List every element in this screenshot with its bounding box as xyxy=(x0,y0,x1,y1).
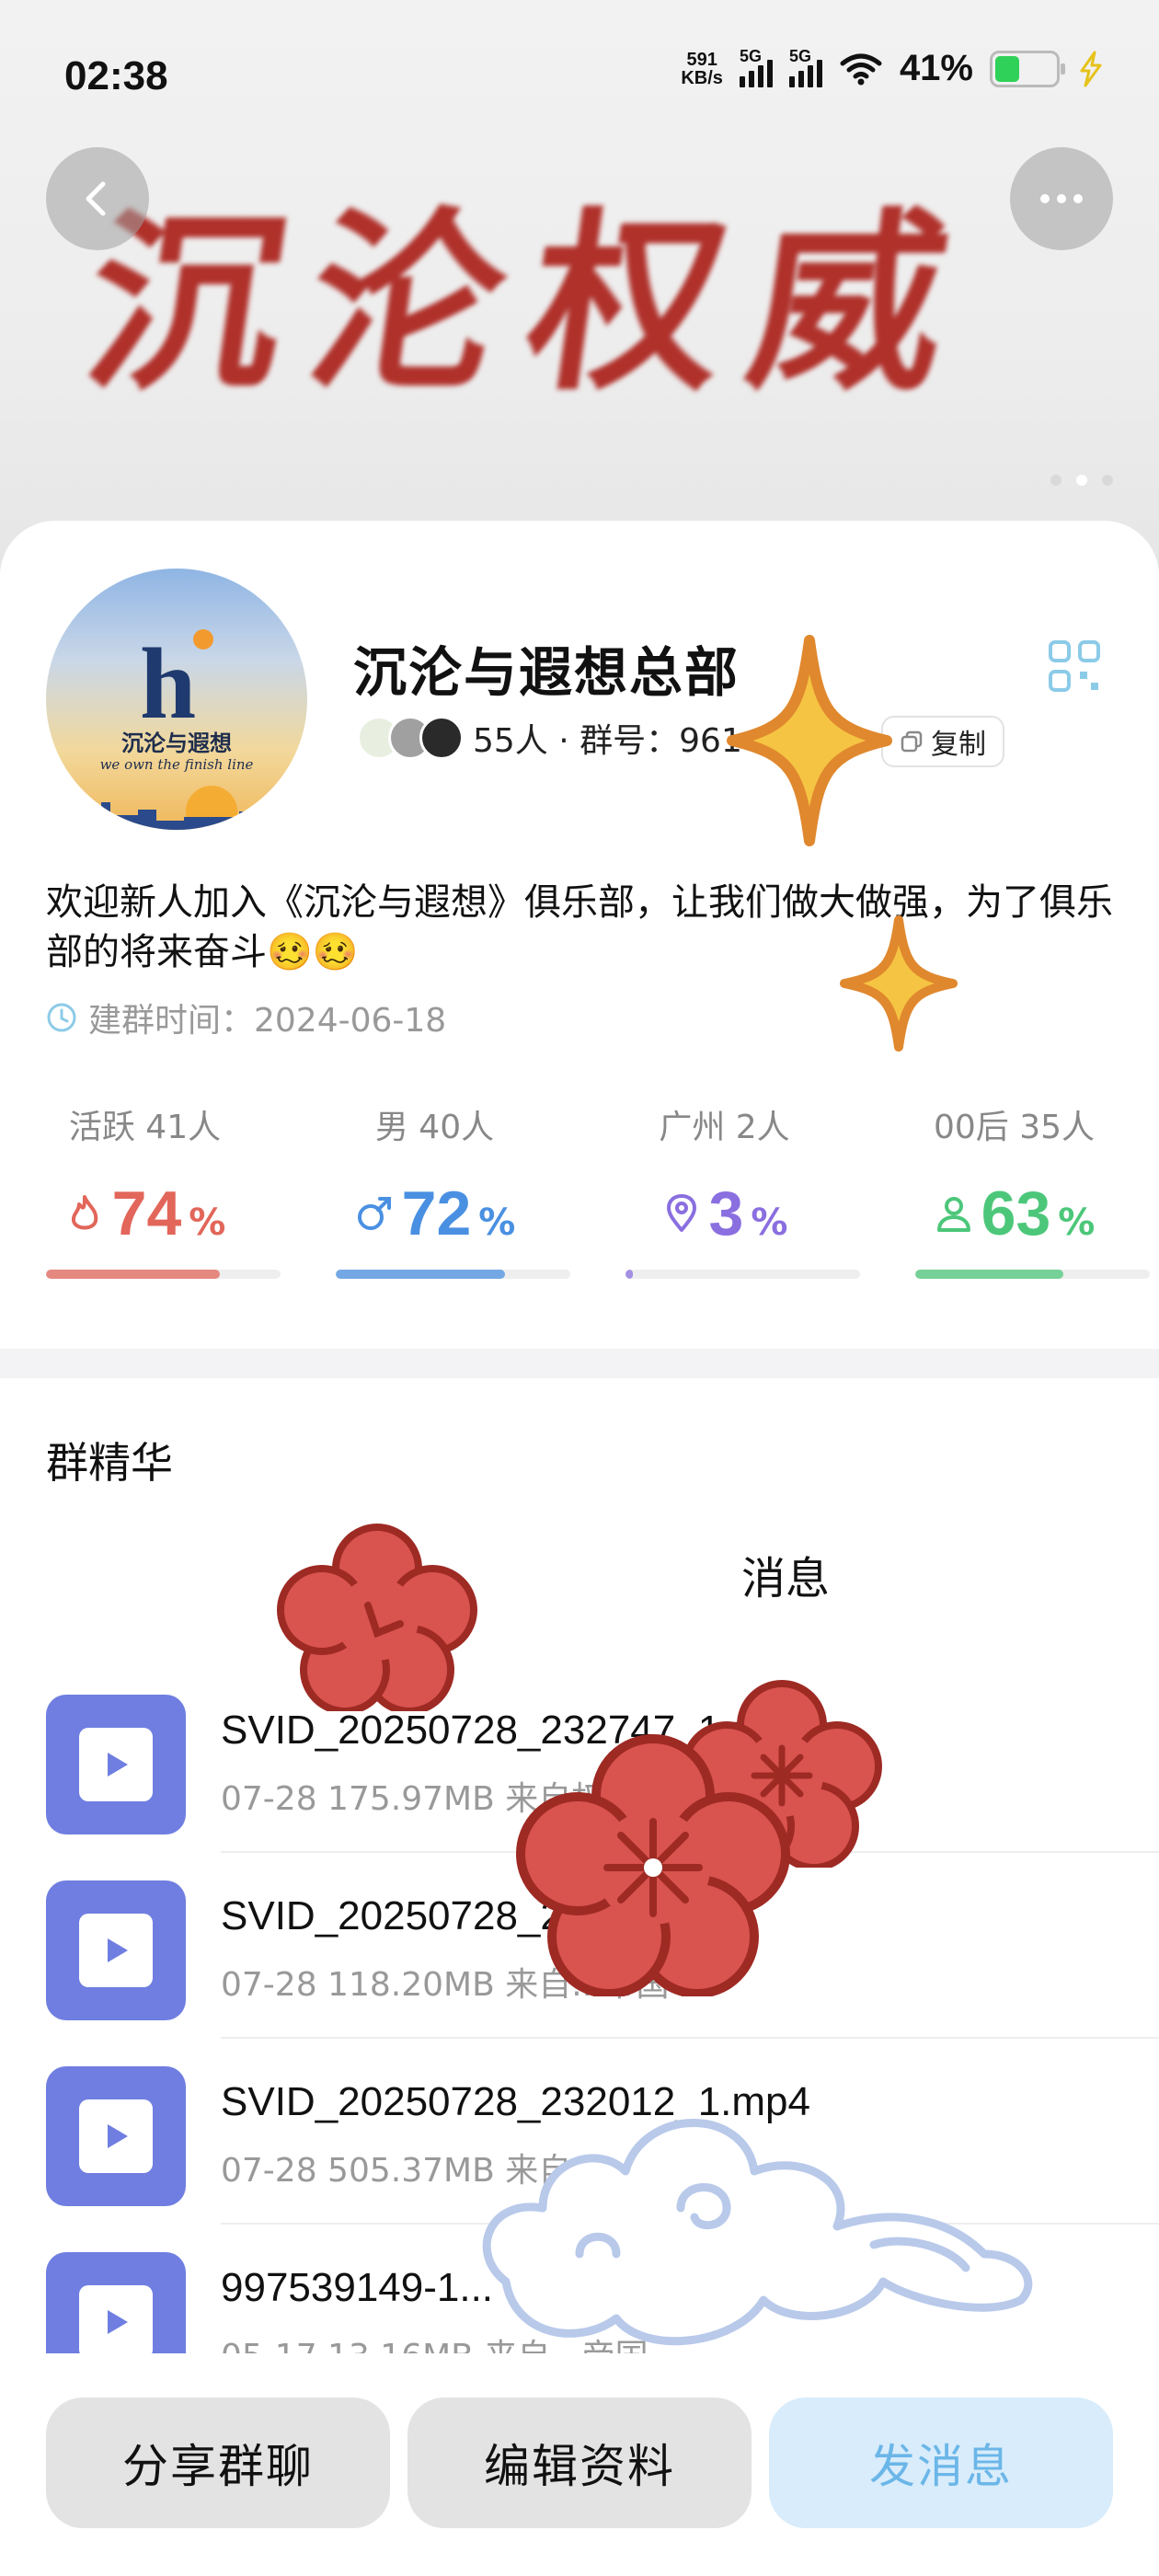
group-essence-section: 群精华 消息 SVID_20250728_232747_1.mp4 07-28 … xyxy=(0,1378,1159,2353)
group-meta: 55人 · 群号：961 xyxy=(357,714,742,762)
more-button[interactable] xyxy=(1010,147,1113,250)
stat-age[interactable]: 00后 35人 63% xyxy=(869,1100,1159,1303)
file-item[interactable]: SVID_20250728_2...mp4 07-28 118.20MB 来自.… xyxy=(0,1853,1159,2039)
person-icon xyxy=(936,1197,970,1232)
file-item[interactable]: SVID_20250728_232747_1.mp4 07-28 175.97M… xyxy=(0,1667,1159,1853)
location-icon xyxy=(666,1194,696,1232)
tab-messages[interactable]: 消息 xyxy=(741,1542,830,1606)
stat-location[interactable]: 广州 2人 3% xyxy=(580,1100,869,1303)
group-name: 沉沦与遐想总部 xyxy=(353,641,740,704)
video-file-icon xyxy=(46,2066,186,2206)
stat-male[interactable]: 男 40人 72% xyxy=(290,1100,580,1303)
group-stats: 活跃 41人 74% 男 40人 72% 广州 2人 3 % 00后 35人 6… xyxy=(0,1100,1159,1303)
battery-icon xyxy=(990,50,1065,87)
chevron-left-icon xyxy=(86,181,106,216)
member-avatars[interactable] xyxy=(357,716,464,760)
video-file-icon xyxy=(46,2252,186,2353)
city-skyline-icon xyxy=(46,786,307,830)
created-date: 建群时间：2024-06-18 xyxy=(46,994,446,1041)
more-dots-icon xyxy=(1040,194,1083,203)
video-file-icon xyxy=(46,1880,186,2020)
section-title: 群精华 xyxy=(46,1438,173,1488)
group-info-card: h 沉沦与遐想 we own the finish line 沉沦与遐想总部 5… xyxy=(0,521,1159,1349)
group-avatar[interactable]: h 沉沦与遐想 we own the finish line xyxy=(46,569,307,830)
clock-icon xyxy=(47,1003,76,1032)
flame-icon xyxy=(71,1195,98,1230)
share-group-button[interactable]: 分享群聊 xyxy=(46,2398,390,2528)
copy-icon xyxy=(901,730,923,753)
edit-profile-button[interactable]: 编辑资料 xyxy=(407,2398,752,2528)
bottom-action-bar: 分享群聊 编辑资料 发消息 xyxy=(0,2353,1159,2576)
signal-icon: 5G xyxy=(739,47,773,87)
banner-page-indicator xyxy=(1050,475,1113,486)
status-time: 02:38 xyxy=(64,53,168,98)
network-speed: 591 KB/s xyxy=(681,49,723,88)
wifi-icon xyxy=(840,53,882,85)
back-button[interactable] xyxy=(46,147,149,250)
qr-code-icon[interactable] xyxy=(1047,638,1102,694)
battery-percent: 41% xyxy=(899,48,973,88)
members-and-number: 55人 · 群号：961 xyxy=(473,722,742,760)
charging-icon xyxy=(1080,51,1102,86)
banner-title: 沉沦权威 xyxy=(74,190,989,417)
file-item[interactable]: SVID_20250728_232012_1.mp4 07-28 505.37M… xyxy=(0,2039,1159,2225)
stat-active[interactable]: 活跃 41人 74% xyxy=(0,1100,290,1303)
video-file-icon xyxy=(46,1695,186,1834)
group-description: 欢迎新人加入《沉沦与遐想》俱乐部，让我们做大做强，为了俱乐部的将来奋斗🥴🥴 xyxy=(46,881,1113,973)
status-bar: 02:38 591 KB/s 5G 5G 41% xyxy=(0,0,1159,147)
send-message-button[interactable]: 发消息 xyxy=(769,2398,1113,2528)
male-icon xyxy=(357,1197,391,1230)
signal-icon: 5G xyxy=(788,47,822,87)
copy-button[interactable]: 复制 xyxy=(881,716,1004,767)
file-item[interactable]: 997539149-1... 05-17 13.16MB 来自...帝国 xyxy=(0,2225,1159,2353)
